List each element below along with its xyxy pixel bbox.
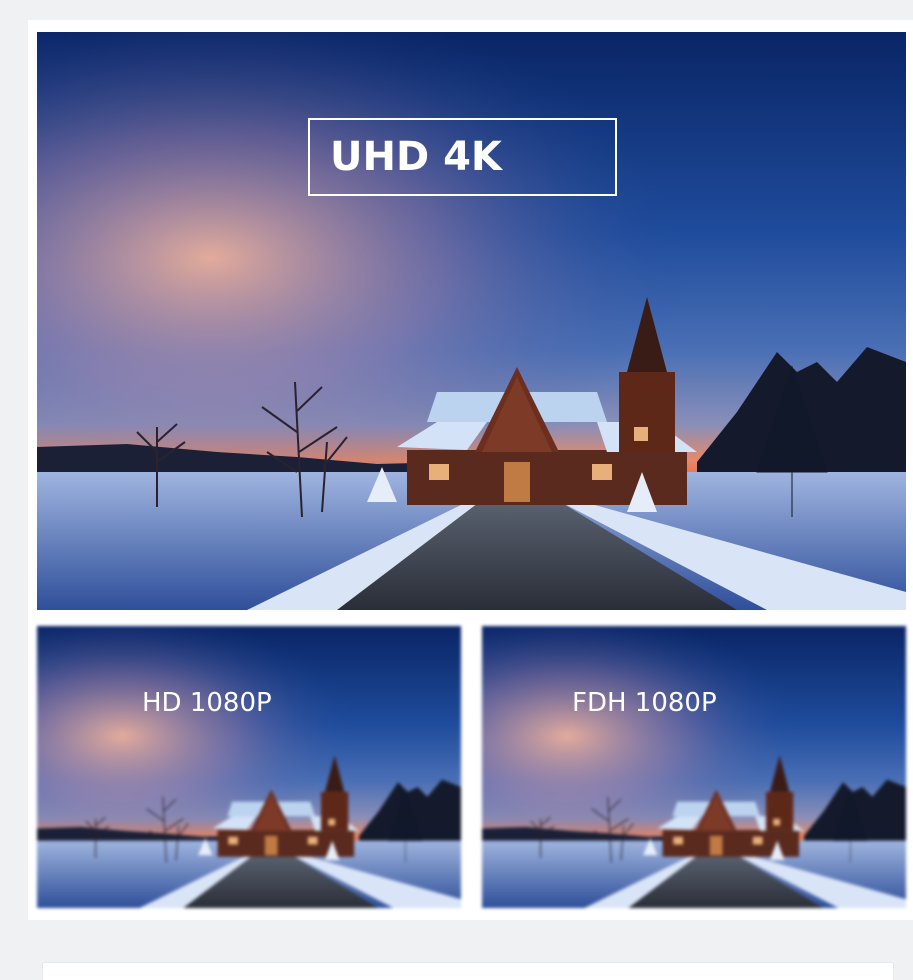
- uhd-4k-label: UHD 4K: [308, 118, 617, 196]
- fdh-1080p-label: FDH 1080P: [572, 688, 717, 718]
- fdh-1080p-photo: [482, 626, 906, 908]
- hd-1080p-label: HD 1080P: [142, 688, 272, 718]
- bottom-panel: [42, 962, 894, 980]
- hd-1080p-photo: [37, 626, 461, 908]
- page: UHD 4K HD 1080P FDH 1080P: [0, 0, 913, 980]
